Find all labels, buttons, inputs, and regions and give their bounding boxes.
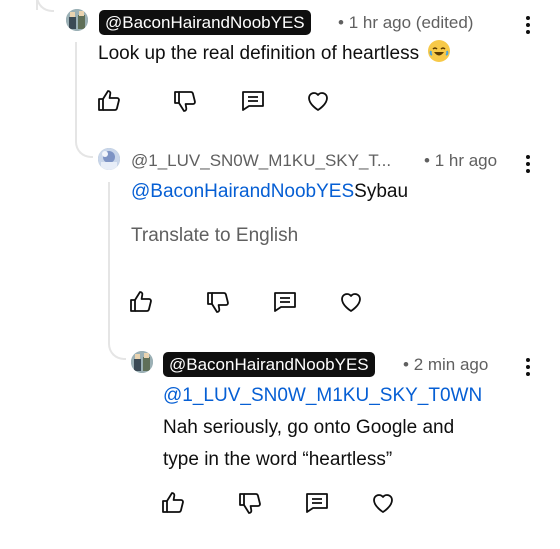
thumbs-up-icon[interactable] bbox=[160, 490, 186, 516]
thumbs-down-icon[interactable] bbox=[172, 88, 198, 114]
comment-text-content: Sybau bbox=[354, 181, 409, 202]
timestamp: 2 min ago bbox=[413, 355, 489, 374]
thread-curve-reply2 bbox=[108, 340, 126, 360]
heart-icon[interactable] bbox=[305, 88, 331, 114]
separator: • bbox=[424, 151, 430, 170]
comment-text: Look up the real definition of heartless bbox=[98, 38, 451, 70]
more-vert-icon[interactable] bbox=[525, 16, 531, 36]
author-chip[interactable]: @BaconHairandNoobYES bbox=[99, 10, 311, 35]
separator: • bbox=[403, 355, 409, 374]
avatar[interactable] bbox=[131, 351, 153, 373]
comment-text-line: type in the word “heartless” bbox=[163, 449, 393, 470]
reply-icon[interactable] bbox=[304, 490, 330, 516]
reply-icon[interactable] bbox=[240, 88, 266, 114]
avatar[interactable] bbox=[66, 9, 88, 31]
comment-text-line: Nah seriously, go onto Google and bbox=[163, 417, 455, 438]
timestamp: 1 hr ago (edited) bbox=[348, 13, 474, 32]
translate-link[interactable]: Translate to English bbox=[131, 225, 298, 247]
timestamp: 1 hr ago bbox=[434, 151, 498, 170]
thumbs-up-icon[interactable] bbox=[96, 88, 122, 114]
thumbs-down-icon[interactable] bbox=[237, 490, 263, 516]
more-vert-icon[interactable] bbox=[525, 358, 531, 378]
thumbs-down-icon[interactable] bbox=[205, 289, 231, 315]
more-vert-icon[interactable] bbox=[525, 155, 531, 175]
thread-curve-top bbox=[36, 0, 54, 12]
separator: • bbox=[338, 13, 344, 32]
mention-link[interactable]: @1_LUV_SN0W_M1KU_SKY_T0WN bbox=[163, 380, 482, 412]
comment-meta: • 1 hr ago (edited) bbox=[338, 13, 473, 33]
reply-icon[interactable] bbox=[272, 289, 298, 315]
avatar[interactable] bbox=[98, 148, 120, 170]
comment-text: @1_LUV_SN0W_M1KU_SKY_T0WN Nah seriously,… bbox=[163, 380, 482, 476]
thumbs-up-icon[interactable] bbox=[128, 289, 154, 315]
heart-icon[interactable] bbox=[370, 490, 396, 516]
heart-icon[interactable] bbox=[338, 289, 364, 315]
thread-line-main bbox=[75, 42, 77, 134]
mention-link[interactable]: @BaconHairandNoobYES bbox=[131, 181, 354, 202]
thread-curve-reply1 bbox=[75, 134, 93, 158]
author-chip[interactable]: @BaconHairandNoobYES bbox=[163, 352, 375, 377]
author-name[interactable]: @1_LUV_SN0W_M1KU_SKY_T... bbox=[131, 151, 391, 171]
comment-meta: • 1 hr ago bbox=[424, 151, 497, 171]
laughing-emoji-icon bbox=[428, 40, 451, 62]
comment-text: @BaconHairandNoobYESSybau bbox=[131, 176, 408, 208]
thread-line-reply1 bbox=[108, 182, 110, 342]
comment-text-content: Look up the real definition of heartless bbox=[98, 43, 420, 64]
comment-meta: • 2 min ago bbox=[403, 355, 488, 375]
